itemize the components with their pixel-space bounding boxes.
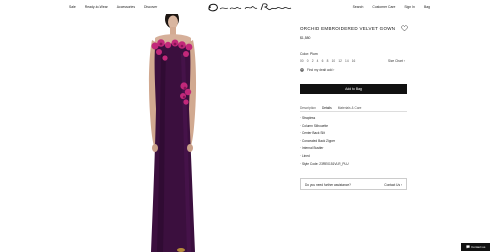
style-code: · Style Code: 23RE0151VLR_PLU	[300, 161, 349, 166]
tabs-divider	[300, 111, 407, 112]
chat-bubble-icon	[465, 245, 470, 249]
size-option[interactable]: 4	[317, 59, 319, 63]
assistance-box: Do you need further assistance? Contact …	[300, 178, 407, 190]
assistance-question: Do you need further assistance?	[305, 183, 351, 187]
color-label: Color: Plum	[300, 52, 318, 56]
nav-ready-to-wear[interactable]: Ready-to-Wear	[85, 5, 108, 9]
size-option[interactable]: 00	[300, 59, 304, 63]
contact-us-widget[interactable]: Contact us	[461, 243, 490, 251]
size-option[interactable]: 0	[307, 59, 309, 63]
nav-discover[interactable]: Discover	[144, 5, 157, 9]
brand-logo[interactable]	[205, 2, 295, 13]
nav-accessories[interactable]: Accessories	[117, 5, 135, 9]
list-item: · Strapless	[300, 116, 316, 120]
utility-nav: Search Customer Care Sign In Bag	[353, 5, 430, 9]
size-option[interactable]: 6	[322, 59, 324, 63]
size-selector: 00 0 2 4 6 8 10 12 14 16	[300, 59, 360, 63]
add-to-bag-button[interactable]: Add to Bag	[300, 84, 407, 94]
heart-icon[interactable]	[401, 25, 408, 32]
list-item: · Lined	[300, 153, 310, 158]
list-item: · Concealed Back Zipper	[300, 138, 336, 143]
primary-nav: Sale Ready-to-Wear Accessories Discover	[69, 5, 157, 9]
nav-sign-in[interactable]: Sign In	[404, 5, 415, 9]
size-option[interactable]: 16	[352, 59, 356, 63]
product-image[interactable]	[69, 14, 279, 252]
nav-sale[interactable]: Sale	[69, 5, 76, 9]
contact-us-link[interactable]: Contact Us ›	[384, 183, 402, 187]
nav-search[interactable]: Search	[353, 5, 364, 9]
list-item: · Center Back Slit	[300, 131, 325, 136]
site-header: Sale Ready-to-Wear Accessories Discover …	[0, 0, 500, 14]
size-option[interactable]: 10	[332, 59, 336, 63]
find-in-store-link[interactable]: Find my dealt add ›	[307, 68, 334, 72]
contact-widget-label: Contact us	[471, 245, 486, 249]
details-list: · Strapless · Column Silhouette · Center…	[300, 115, 407, 168]
size-option[interactable]: 14	[345, 59, 349, 63]
nav-bag[interactable]: Bag	[424, 5, 430, 9]
size-option[interactable]: 2	[312, 59, 314, 63]
size-chart-link[interactable]: Size Chart ›	[388, 59, 405, 63]
nav-customer-care[interactable]: Customer Care	[372, 5, 395, 9]
location-pin-icon	[300, 68, 304, 72]
size-option[interactable]: 12	[338, 59, 342, 63]
product-title: ORCHID EMBROIDERED VELVET GOWN	[300, 26, 396, 31]
list-item: · Internal Bustier	[300, 146, 324, 151]
product-price: $1,580	[300, 36, 311, 40]
size-option[interactable]: 8	[327, 59, 329, 63]
list-item: · Column Silhouette	[300, 123, 328, 128]
